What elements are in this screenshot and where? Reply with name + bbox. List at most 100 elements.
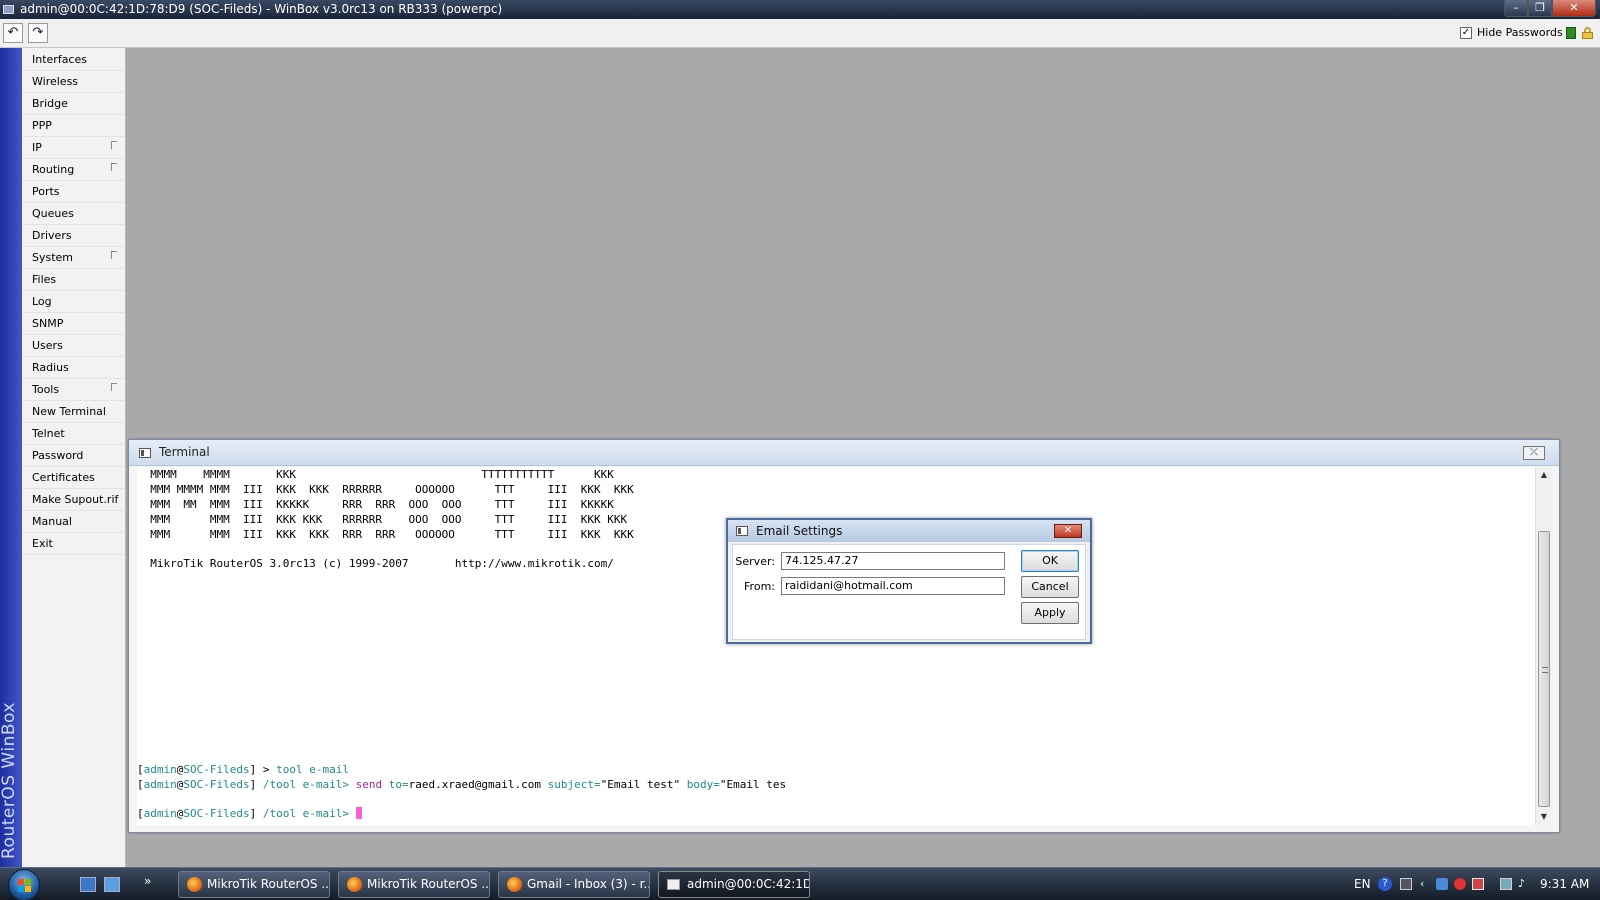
lock-icon xyxy=(1582,27,1593,39)
taskbar: » MikroTik RouterOS ... MikroTik RouterO… xyxy=(0,867,1600,900)
undo-button[interactable]: ↶ xyxy=(3,23,23,43)
menu-item-manual[interactable]: Manual xyxy=(22,511,125,533)
undo-icon: ↶ xyxy=(7,25,19,40)
banner-line: MMM MMM III KKK KKK RRRRRR OOO OOO TTT I… xyxy=(137,513,628,526)
menu-item-label: Exit xyxy=(32,537,53,550)
taskbar-item-winbox[interactable]: admin@00:0C:42:1D... xyxy=(658,871,810,898)
dialog-body: Server: 74.125.47.27 From: raididani@hot… xyxy=(732,544,1086,640)
main-menu: Interfaces Wireless Bridge PPP IP Routin… xyxy=(22,48,126,867)
menu-item-wireless[interactable]: Wireless xyxy=(22,71,125,93)
close-window-button[interactable]: ✕ xyxy=(1552,0,1596,17)
prompt-user: admin xyxy=(143,778,177,791)
terminal-window-icon xyxy=(139,448,151,458)
prompt-host: SOC-Fileds xyxy=(183,807,250,820)
tray-security-icon[interactable] xyxy=(1454,878,1466,890)
task-label: MikroTik RouterOS ... xyxy=(367,877,490,891)
menu-item-label: Interfaces xyxy=(32,53,87,66)
menu-item-files[interactable]: Files xyxy=(22,269,125,291)
dialog-close-button[interactable]: ✕ xyxy=(1054,524,1082,538)
prompt-path: /tool e-mail> xyxy=(262,807,356,820)
menu-item-label: Log xyxy=(32,295,52,308)
ok-button[interactable]: OK xyxy=(1021,550,1079,572)
help-icon[interactable]: ? xyxy=(1378,877,1392,891)
brand-label: RouterOS WinBox xyxy=(0,702,19,859)
clock[interactable]: 9:31 AM xyxy=(1540,877,1589,891)
volume-icon[interactable]: ♪ xyxy=(1518,878,1530,890)
dialog-title: Email Settings xyxy=(756,524,843,538)
terminal-cursor xyxy=(355,807,362,819)
menu-item-ppp[interactable]: PPP xyxy=(22,115,125,137)
command-text: tool e-mail xyxy=(276,763,349,776)
terminal-title-bar[interactable]: Terminal ⤫ xyxy=(129,440,1559,466)
minimize-button[interactable]: – xyxy=(1504,0,1528,17)
menu-item-make-supout[interactable]: Make Supout.rif xyxy=(22,489,125,511)
show-desktop-icon[interactable] xyxy=(80,877,96,892)
window-title-bar[interactable]: admin@00:0C:42:1D:78:D9 (SOC-Fileds) - W… xyxy=(0,0,1600,19)
menu-item-bridge[interactable]: Bridge xyxy=(22,93,125,115)
menu-item-new-terminal[interactable]: New Terminal xyxy=(22,401,125,423)
scrollbar-thumb[interactable] xyxy=(1538,531,1550,807)
redo-icon: ↷ xyxy=(32,25,44,40)
email-settings-dialog[interactable]: Email Settings ✕ Server: 74.125.47.27 Fr… xyxy=(726,518,1092,644)
hide-passwords-toggle[interactable]: ✓ Hide Passwords xyxy=(1460,26,1563,39)
cancel-button[interactable]: Cancel xyxy=(1021,576,1079,598)
hide-passwords-checkbox[interactable]: ✓ xyxy=(1460,26,1472,39)
menu-item-drivers[interactable]: Drivers xyxy=(22,225,125,247)
version-line: MikroTik RouterOS 3.0rc13 (c) 1999-2007 … xyxy=(137,557,614,570)
server-input[interactable]: 74.125.47.27 xyxy=(781,552,1005,570)
from-input[interactable]: raididani@hotmail.com xyxy=(781,577,1005,595)
menu-item-users[interactable]: Users xyxy=(22,335,125,357)
hide-passwords-label: Hide Passwords xyxy=(1477,26,1563,39)
terminal-scrollbar[interactable]: ▲ ▼ xyxy=(1535,467,1551,825)
menu-item-label: Certificates xyxy=(32,471,95,484)
server-label: Server: xyxy=(735,555,775,568)
banner-line: MMMM MMMM KKK TTTTTTTTTTT KKK xyxy=(137,468,614,481)
task-label: Gmail - Inbox (3) - r... xyxy=(527,877,650,891)
terminal-close-button[interactable]: ⤫ xyxy=(1523,446,1545,460)
taskbar-item-gmail[interactable]: Gmail - Inbox (3) - r... xyxy=(498,871,650,898)
menu-item-label: Password xyxy=(32,449,84,462)
menu-item-routing[interactable]: Routing xyxy=(22,159,125,181)
menu-item-ports[interactable]: Ports xyxy=(22,181,125,203)
taskbar-item-mikrotik-2[interactable]: MikroTik RouterOS ... xyxy=(338,871,490,898)
language-indicator[interactable]: EN xyxy=(1354,877,1371,891)
scroll-up-icon[interactable]: ▲ xyxy=(1539,470,1549,480)
menu-item-ip[interactable]: IP xyxy=(22,137,125,159)
menu-item-label: Wireless xyxy=(32,75,79,88)
prompt-bracket: [ xyxy=(137,763,144,776)
menu-item-snmp[interactable]: SNMP xyxy=(22,313,125,335)
start-button[interactable] xyxy=(8,869,40,900)
menu-item-interfaces[interactable]: Interfaces xyxy=(22,49,125,71)
command-line-3[interactable]: [admin@SOC-Fileds] /tool e-mail> xyxy=(137,806,362,821)
menu-item-label: Make Supout.rif xyxy=(32,493,119,506)
tray-alert-icon[interactable] xyxy=(1472,878,1484,890)
scroll-down-icon[interactable]: ▼ xyxy=(1539,812,1549,822)
firefox-icon xyxy=(347,877,362,892)
menu-item-password[interactable]: Password xyxy=(22,445,125,467)
quick-launch-more-icon[interactable]: » xyxy=(144,874,151,888)
menu-item-telnet[interactable]: Telnet xyxy=(22,423,125,445)
menu-item-tools[interactable]: Tools xyxy=(22,379,125,401)
apply-button[interactable]: Apply xyxy=(1021,602,1079,624)
tray-app-icon[interactable] xyxy=(1436,878,1448,890)
firefox-icon xyxy=(507,877,522,892)
menu-item-queues[interactable]: Queues xyxy=(22,203,125,225)
menu-item-certificates[interactable]: Certificates xyxy=(22,467,125,489)
task-label: MikroTik RouterOS ... xyxy=(207,877,330,891)
dialog-title-bar[interactable]: Email Settings ✕ xyxy=(728,520,1090,542)
tray-expand-icon[interactable]: ‹ xyxy=(1420,878,1432,890)
menu-item-label: Routing xyxy=(32,163,75,176)
prompt-path: /tool e-mail> xyxy=(262,778,356,791)
menu-item-label: System xyxy=(32,251,74,264)
menu-item-log[interactable]: Log xyxy=(22,291,125,313)
taskbar-item-mikrotik-1[interactable]: MikroTik RouterOS ... xyxy=(178,871,330,898)
redo-button[interactable]: ↷ xyxy=(28,23,48,43)
menu-item-system[interactable]: System xyxy=(22,247,125,269)
menu-item-exit[interactable]: Exit xyxy=(22,533,125,555)
menu-item-label: PPP xyxy=(32,119,52,132)
tray-network-icon[interactable] xyxy=(1400,878,1412,890)
maximize-button[interactable]: ❐ xyxy=(1528,0,1552,17)
switch-windows-icon[interactable] xyxy=(104,877,120,892)
menu-item-radius[interactable]: Radius xyxy=(22,357,125,379)
tray-connection-icon[interactable] xyxy=(1500,878,1512,890)
